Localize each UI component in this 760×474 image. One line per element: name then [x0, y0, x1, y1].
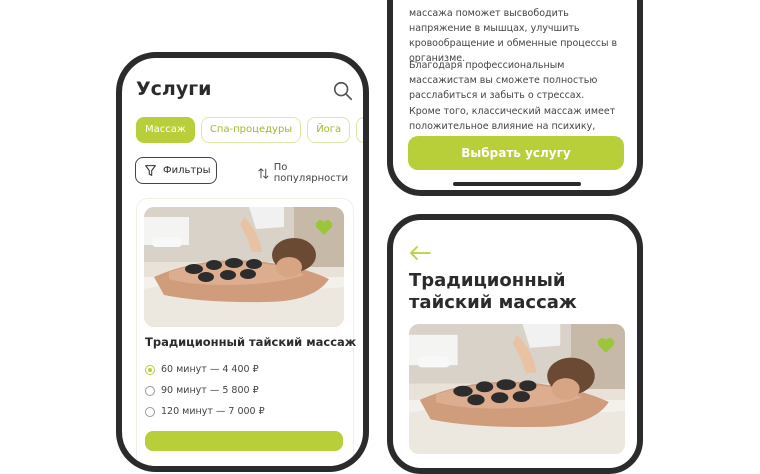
sort-label: По популярности [273, 162, 349, 184]
duration-option[interactable]: 120 минут — 7 000 ₽ [145, 406, 265, 417]
page-title: Услуги [136, 78, 212, 100]
tab-massage-cut[interactable]: Масса [356, 117, 363, 143]
category-tabs: Массаж Спа-процедуры Йога Масса [136, 117, 363, 143]
radio-selected[interactable] [145, 364, 155, 375]
search-icon[interactable] [332, 80, 354, 102]
description-paragraph: массажа поможет высвободить напряжение в… [409, 8, 618, 64]
service-card[interactable]: Традиционный тайский массаж 60 минут — 4… [136, 198, 357, 466]
duration-option[interactable]: 60 минут — 4 400 ₽ [145, 364, 259, 375]
filters-label: Фильтры [163, 165, 211, 176]
option-label: 90 минут — 5 800 ₽ [161, 385, 259, 396]
service-photo [144, 207, 344, 327]
heart-icon[interactable] [597, 337, 615, 353]
radio[interactable] [145, 385, 155, 396]
card-action-button[interactable] [145, 431, 343, 451]
service-detail-screen: Традиционный тайский массаж [387, 214, 643, 474]
choose-service-button[interactable]: Выбрать услугу [408, 136, 624, 170]
services-list-screen: Услуги Массаж Спа-процедуры Йога Масса Ф… [116, 52, 369, 472]
tab-spa[interactable]: Спа-процедуры [200, 117, 302, 143]
detail-title: Традиционный тайский массаж [409, 270, 577, 313]
back-arrow-icon[interactable] [409, 246, 431, 260]
option-label: 120 минут — 7 000 ₽ [161, 406, 265, 417]
radio[interactable] [145, 406, 155, 417]
option-label: 60 минут — 4 400 ₽ [161, 364, 259, 375]
sort-icon [258, 167, 269, 179]
filters-button[interactable]: Фильтры [135, 157, 217, 184]
card-title: Традиционный тайский массаж [145, 335, 357, 349]
heart-icon[interactable] [315, 219, 333, 235]
filter-icon [145, 165, 156, 176]
service-photo [409, 324, 625, 454]
sort-control[interactable]: По популярности [257, 162, 363, 184]
description-paragraph: Кроме того, классический массаж имеет по… [409, 106, 616, 132]
tab-yoga[interactable]: Йога [307, 117, 351, 143]
duration-option[interactable]: 90 минут — 5 800 ₽ [145, 385, 259, 396]
service-description-screen: массажа поможет высвободить напряжение в… [387, 0, 643, 196]
description-paragraph: Благодаря профессиональным массажистам в… [409, 60, 598, 101]
home-indicator [453, 182, 581, 186]
tab-massage[interactable]: Массаж [136, 117, 195, 143]
